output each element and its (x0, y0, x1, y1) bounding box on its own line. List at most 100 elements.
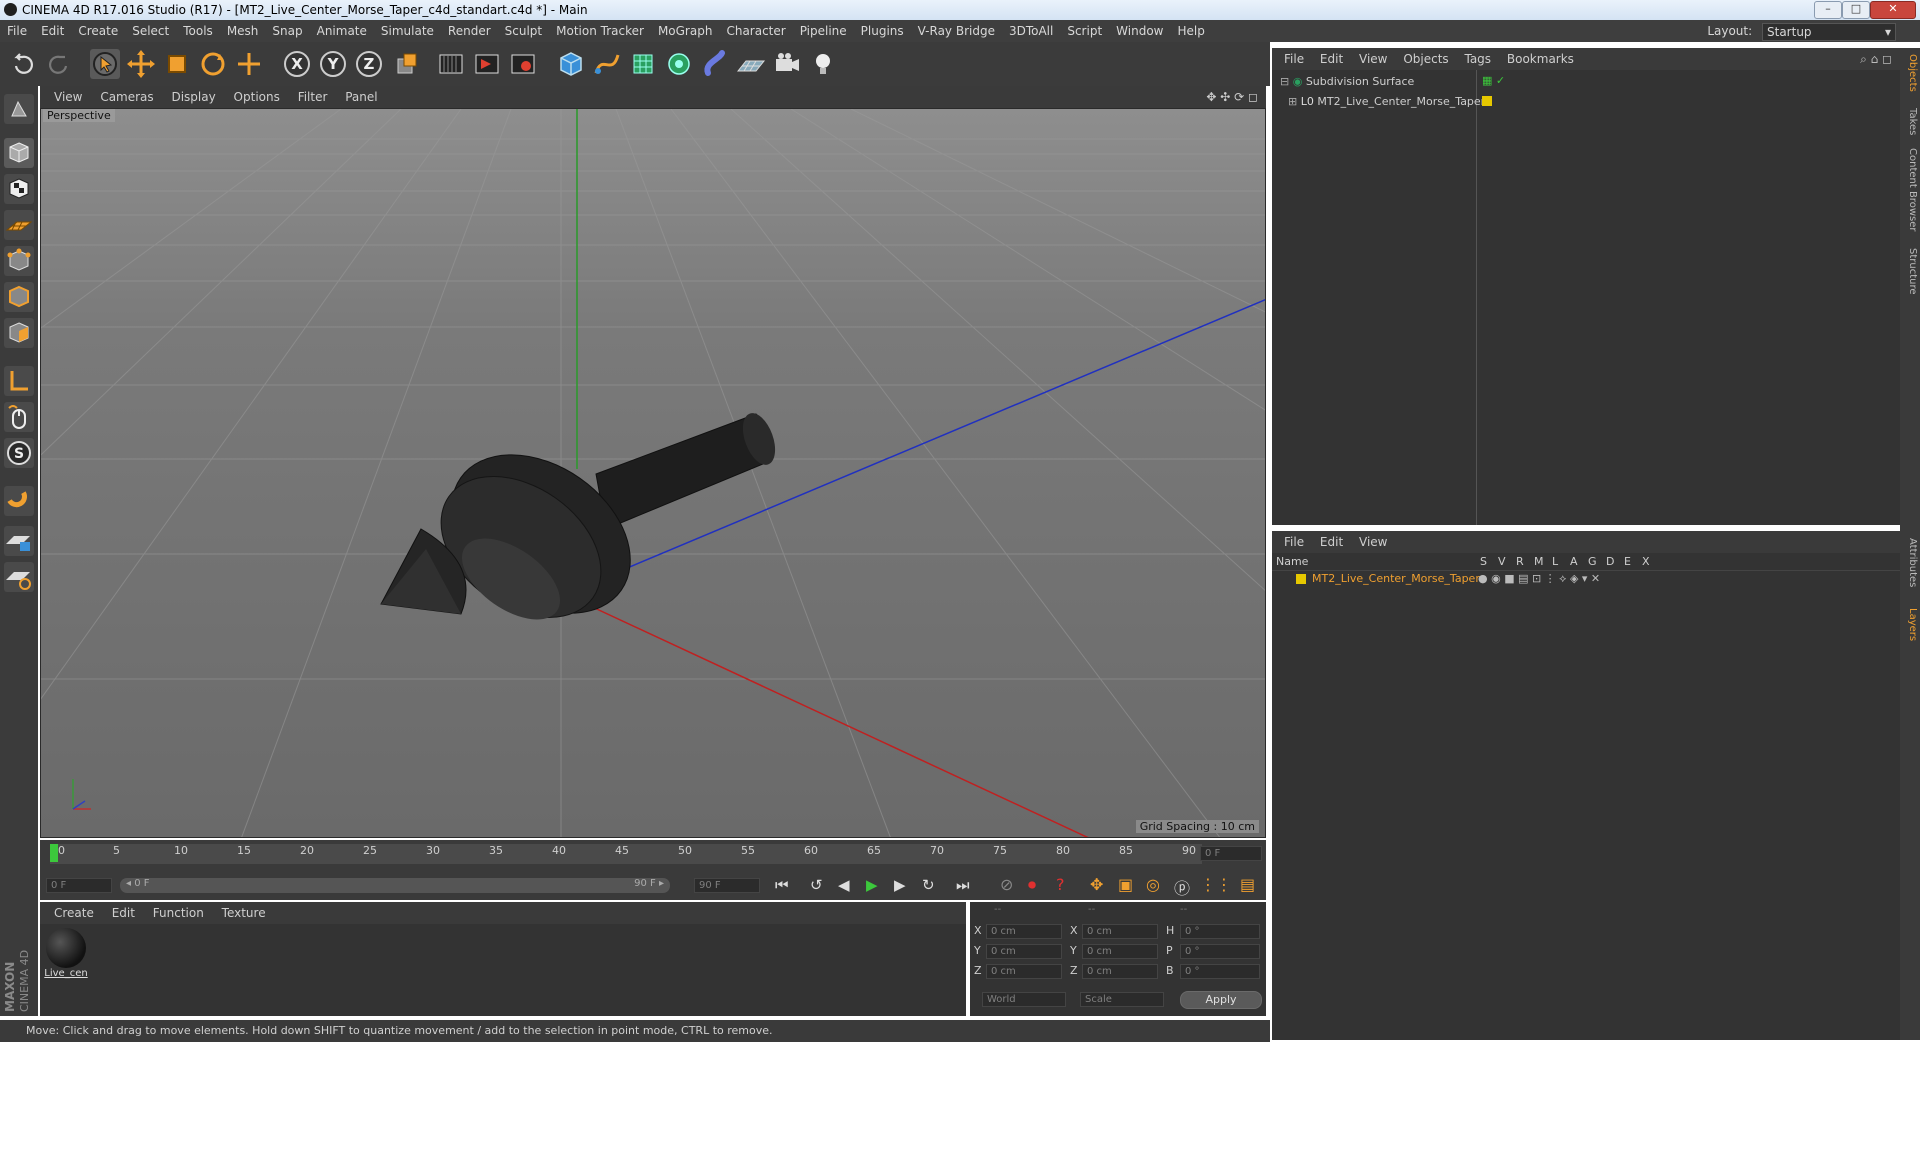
play-icon[interactable]: ▶ (866, 876, 878, 894)
menu-vray-bridge[interactable]: V-Ray Bridge (911, 20, 1002, 42)
maximize-button[interactable]: □ (1842, 1, 1870, 19)
keyframe-selection-icon[interactable]: ? (1056, 875, 1065, 894)
coordinate-system-icon[interactable] (392, 49, 422, 79)
texture-mode-icon[interactable] (4, 174, 34, 204)
menu-plugins[interactable]: Plugins (854, 20, 911, 42)
material-menu-function[interactable]: Function (153, 906, 204, 920)
menu-file[interactable]: File (0, 20, 34, 42)
object-menu-edit[interactable]: Edit (1320, 52, 1343, 66)
viewport-menu-panel[interactable]: Panel (345, 90, 377, 104)
start-frame-field[interactable]: 0 F (46, 878, 112, 893)
render-settings-icon[interactable] (508, 49, 538, 79)
side-tab-structure[interactable]: Structure (1902, 248, 1918, 295)
cube-primitive-icon[interactable] (556, 49, 586, 79)
polygons-mode-icon[interactable] (4, 318, 34, 348)
menu-edit[interactable]: Edit (34, 20, 71, 42)
minimize-button[interactable]: – (1814, 1, 1842, 19)
object-menu-bookmarks[interactable]: Bookmarks (1507, 52, 1574, 66)
object-row-live-center[interactable]: ⊞ L0 MT2_Live_Center_Morse_Taper (1288, 94, 1485, 110)
menu-mesh[interactable]: Mesh (220, 20, 266, 42)
layer-color-tag[interactable] (1482, 96, 1492, 106)
material-menu-create[interactable]: Create (54, 906, 94, 920)
camera-icon[interactable] (772, 49, 802, 79)
points-mode-icon[interactable] (4, 246, 34, 276)
axis-mode-icon[interactable] (4, 366, 34, 396)
viewport-menu-options[interactable]: Options (234, 90, 280, 104)
layer-menu-view[interactable]: View (1359, 535, 1387, 549)
material-menu-texture[interactable]: Texture (222, 906, 266, 920)
menu-select[interactable]: Select (125, 20, 176, 42)
tweak-mode-icon[interactable] (4, 402, 34, 432)
menu-3dtoall[interactable]: 3DToAll (1002, 20, 1060, 42)
menu-tools[interactable]: Tools (176, 20, 220, 42)
current-frame-field[interactable]: 0 F (1200, 846, 1262, 861)
object-manager-search-icon[interactable]: ⌕ ⌂ ◻ (1860, 48, 1892, 70)
menu-help[interactable]: Help (1170, 20, 1211, 42)
go-to-end-icon[interactable]: ⏭ (956, 876, 970, 894)
menu-simulate[interactable]: Simulate (374, 20, 441, 42)
rotate-tool-icon[interactable] (198, 49, 228, 79)
undo-icon[interactable] (8, 49, 38, 79)
layer-menu-file[interactable]: File (1284, 535, 1304, 549)
menu-script[interactable]: Script (1060, 20, 1109, 42)
menu-animate[interactable]: Animate (310, 20, 374, 42)
side-tab-attributes[interactable]: Attributes (1902, 538, 1918, 587)
scale-tool-icon[interactable] (162, 49, 192, 79)
expand-icon[interactable]: ⊟ (1280, 75, 1289, 88)
position-z-field[interactable]: 0 cm (986, 964, 1062, 979)
position-y-field[interactable]: 0 cm (986, 944, 1062, 959)
material-menu-edit[interactable]: Edit (112, 906, 135, 920)
object-menu-objects[interactable]: Objects (1403, 52, 1448, 66)
size-z-field[interactable]: 0 cm (1082, 964, 1158, 979)
side-tab-layers[interactable]: Layers (1902, 608, 1918, 641)
previous-key-icon[interactable]: ↺ (810, 876, 823, 894)
layer-menu-edit[interactable]: Edit (1320, 535, 1343, 549)
size-mode-dropdown[interactable]: Scale (1080, 992, 1164, 1007)
apply-button[interactable]: Apply (1180, 991, 1262, 1009)
model-mode-icon[interactable] (4, 138, 34, 168)
range-slider[interactable]: ◂ 0 F 90 F ▸ (120, 878, 670, 893)
next-key-icon[interactable]: ↻ (922, 876, 935, 894)
redo-icon[interactable] (44, 49, 74, 79)
close-button[interactable]: ✕ (1870, 1, 1916, 19)
menu-create[interactable]: Create (71, 20, 125, 42)
workplane-mode-icon[interactable] (4, 210, 34, 240)
key-position-icon[interactable]: ✥ (1090, 875, 1103, 894)
z-axis-lock-icon[interactable]: Z (354, 49, 384, 79)
lock-workplane-icon[interactable] (4, 526, 34, 556)
next-frame-icon[interactable]: ▶ (894, 876, 906, 894)
position-x-field[interactable]: 0 cm (986, 924, 1062, 939)
move-tool-icon[interactable] (126, 49, 156, 79)
layer-row[interactable]: MT2_Live_Center_Morse_Taper ● ◉ ■ ▤ ⊡ ⋮ … (1272, 571, 1900, 587)
rotation-b-field[interactable]: 0 ° (1180, 964, 1260, 979)
size-y-field[interactable]: 0 cm (1082, 944, 1158, 959)
snap-icon[interactable]: S (4, 438, 34, 468)
layer-toggle-icons[interactable]: ● ◉ ■ ▤ ⊡ ⋮ ⟡ ◈ ▾ ✕ (1478, 571, 1600, 587)
light-icon[interactable] (808, 49, 838, 79)
layer-color-swatch[interactable] (1296, 574, 1306, 584)
menu-pipeline[interactable]: Pipeline (793, 20, 854, 42)
playhead[interactable] (50, 844, 58, 862)
timeline-window-icon[interactable]: ▤ (1240, 875, 1255, 894)
viewport-menu-display[interactable]: Display (171, 90, 215, 104)
live-selection-icon[interactable] (234, 49, 264, 79)
previous-frame-icon[interactable]: ◀ (838, 876, 850, 894)
expand-icon[interactable]: ⊞ (1288, 95, 1297, 108)
menu-window[interactable]: Window (1109, 20, 1170, 42)
menu-sculpt[interactable]: Sculpt (498, 20, 549, 42)
rotation-p-field[interactable]: 0 ° (1180, 944, 1260, 959)
layer-name[interactable]: MT2_Live_Center_Morse_Taper (1312, 571, 1480, 587)
timeline-ruler[interactable]: 0 5 10 15 20 25 30 35 40 45 50 55 60 65 … (40, 840, 1266, 872)
render-view-icon[interactable] (436, 49, 466, 79)
deformer-icon[interactable] (700, 49, 730, 79)
side-tab-objects[interactable]: Objects (1902, 54, 1918, 92)
magnet-icon[interactable] (4, 486, 34, 516)
key-scale-icon[interactable]: ▣ (1118, 875, 1133, 894)
key-parameter-icon[interactable]: ⓟ (1174, 875, 1190, 899)
coordinate-space-dropdown[interactable]: World (982, 992, 1066, 1007)
floor-environment-icon[interactable] (736, 49, 766, 79)
layout-dropdown[interactable]: Startup ▾ (1762, 22, 1896, 41)
render-to-picture-viewer-icon[interactable] (472, 49, 502, 79)
key-pla-icon[interactable]: ⋮⋮ (1200, 875, 1232, 894)
go-to-start-icon[interactable]: ⏮ (775, 876, 789, 894)
